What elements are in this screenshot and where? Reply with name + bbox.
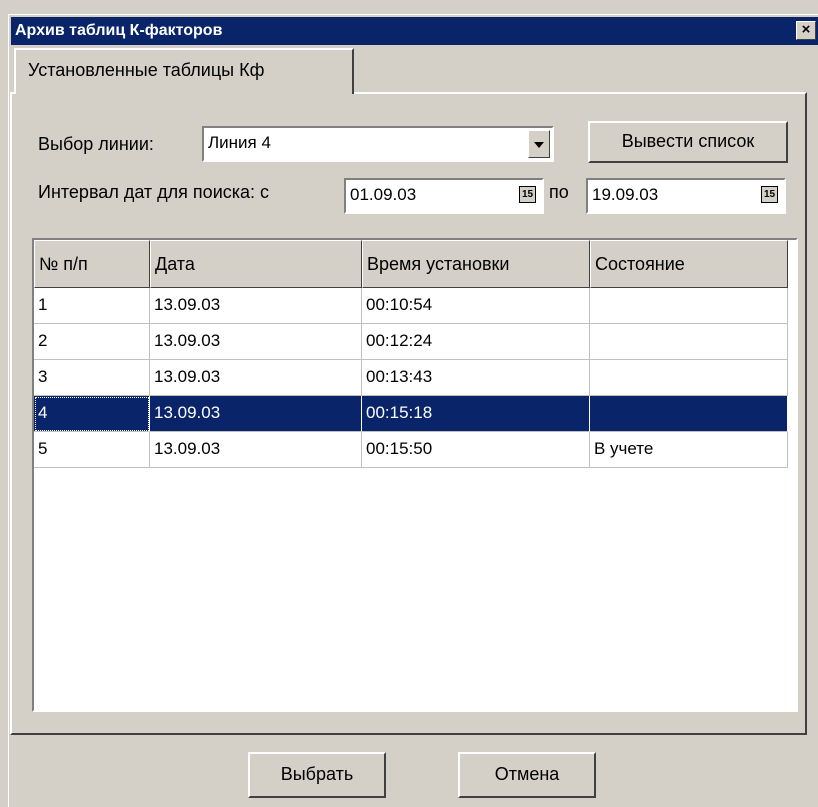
close-button[interactable]: ×: [796, 21, 816, 40]
cell-date: 13.09.03: [150, 324, 362, 360]
calendar-icon[interactable]: 15: [761, 186, 778, 203]
cell-number: 5: [34, 432, 150, 468]
list-button[interactable]: Вывести список: [588, 121, 788, 163]
date-range-label: Интервал дат для поиска: с: [38, 182, 270, 202]
cell-number: 2: [34, 324, 150, 360]
select-button[interactable]: Выбрать: [248, 752, 386, 798]
cell-state: [590, 396, 788, 432]
cell-time: 00:15:50: [362, 432, 590, 468]
window-title: Архив таблиц К-факторов: [15, 22, 223, 39]
column-header-state[interactable]: Состояние: [590, 240, 788, 288]
line-select-combobox[interactable]: Линия 4: [202, 126, 554, 162]
table-row[interactable]: 1 13.09.03 00:10:54: [34, 288, 796, 324]
cell-date: 13.09.03: [150, 396, 362, 432]
list-button-label: Вывести список: [621, 131, 755, 151]
cell-date: 13.09.03: [150, 288, 362, 324]
cancel-button-label: Отмена: [494, 764, 560, 784]
table-row-selected[interactable]: 4 13.09.03 00:15:18: [34, 396, 796, 432]
table-row[interactable]: 5 13.09.03 00:15:50 В учете: [34, 432, 796, 468]
cell-date: 13.09.03: [150, 360, 362, 396]
date-to-label: по: [549, 182, 569, 202]
column-header-time[interactable]: Время установки: [362, 240, 590, 288]
cell-state: [590, 360, 788, 396]
tab-installed-tables[interactable]: Установленные таблицы Кф: [14, 48, 354, 94]
cell-state: [590, 324, 788, 360]
cell-number: 1: [34, 288, 150, 324]
cell-state: В учете: [590, 432, 788, 468]
cell-date: 13.09.03: [150, 432, 362, 468]
combobox-dropdown-button[interactable]: [528, 130, 550, 158]
cell-time: 00:13:43: [362, 360, 590, 396]
line-select-label: Выбор линии:: [38, 134, 154, 154]
close-icon: ×: [801, 21, 811, 38]
title-bar[interactable]: Архив таблиц К-факторов ×: [11, 17, 818, 45]
cell-number: 4: [34, 396, 150, 432]
cell-number: 3: [34, 360, 150, 396]
line-select-value: Линия 4: [208, 133, 271, 152]
results-table[interactable]: № п/п Дата Время установки Состояние 1 1…: [32, 238, 798, 712]
date-to-value: 19.09.03: [592, 185, 659, 204]
date-from-value: 01.09.03: [350, 185, 417, 204]
cell-time: 00:15:18: [362, 396, 590, 432]
select-button-label: Выбрать: [280, 764, 354, 784]
table-header: № п/п Дата Время установки Состояние: [34, 240, 796, 288]
tab-label: Установленные таблицы Кф: [28, 60, 265, 80]
column-header-number[interactable]: № п/п: [34, 240, 150, 288]
cancel-button[interactable]: Отмена: [458, 752, 596, 798]
table-row[interactable]: 3 13.09.03 00:13:43: [34, 360, 796, 396]
cell-time: 00:10:54: [362, 288, 590, 324]
cell-time: 00:12:24: [362, 324, 590, 360]
column-header-date[interactable]: Дата: [150, 240, 362, 288]
chevron-down-icon: [534, 142, 544, 148]
cell-state: [590, 288, 788, 324]
table-row[interactable]: 2 13.09.03 00:12:24: [34, 324, 796, 360]
date-from-picker[interactable]: 01.09.03 15: [344, 178, 544, 214]
calendar-icon[interactable]: 15: [519, 186, 536, 203]
date-to-picker[interactable]: 19.09.03 15: [586, 178, 786, 214]
